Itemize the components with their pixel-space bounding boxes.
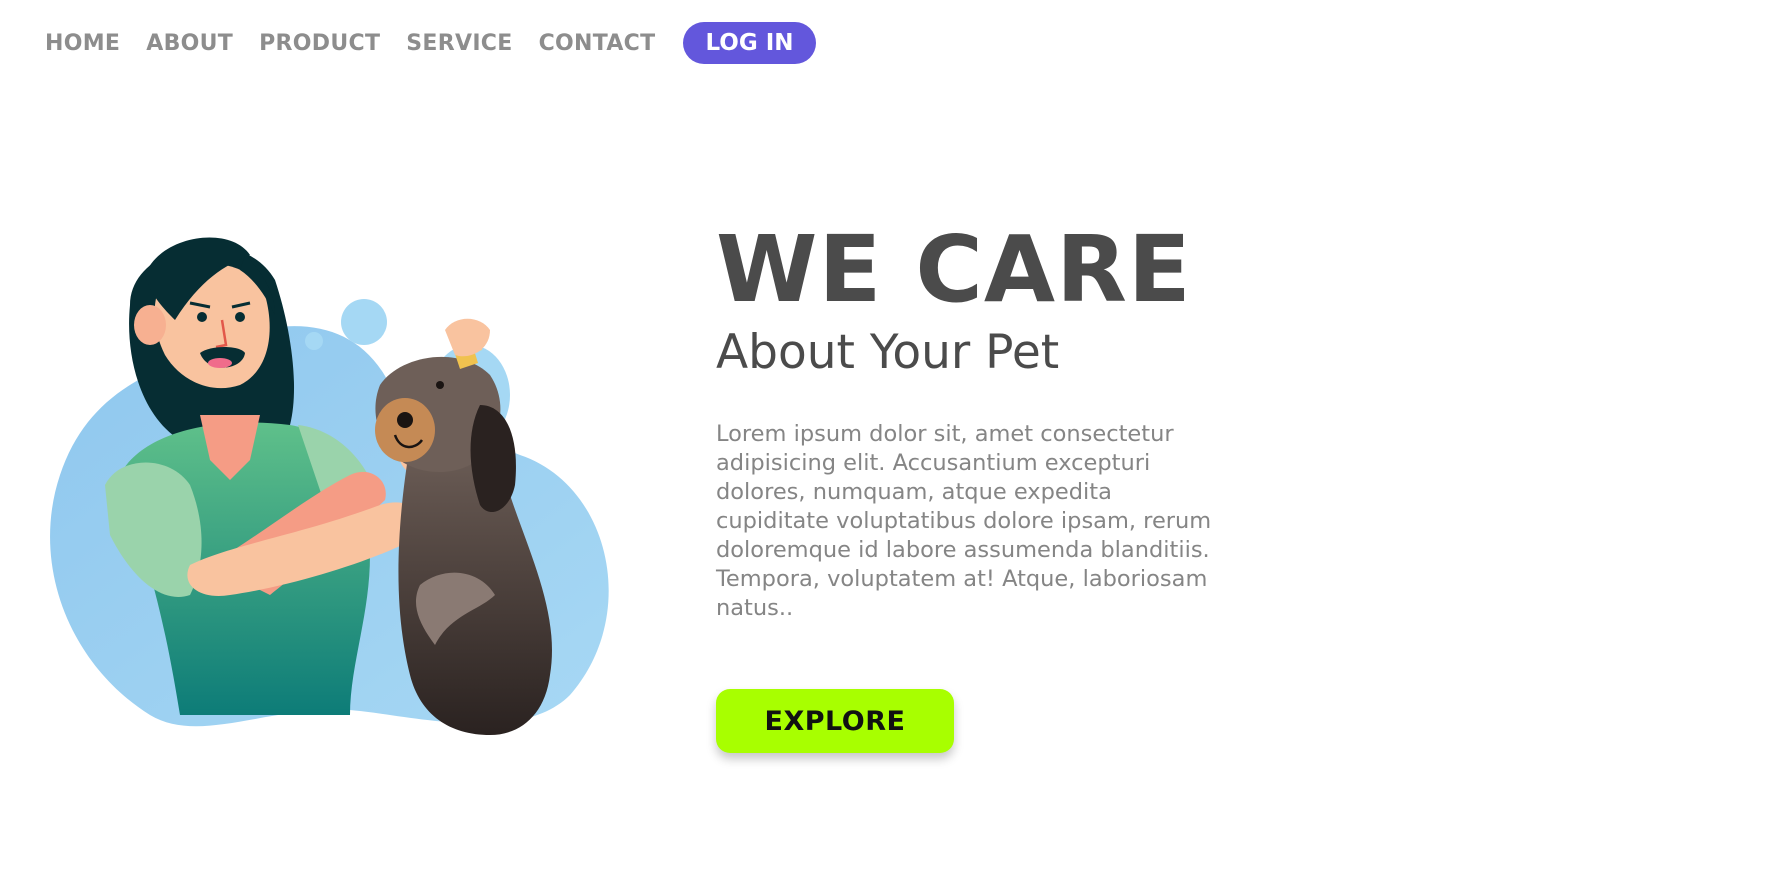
hero-section: WE CARE About Your Pet Lorem ipsum dolor… (716, 220, 1256, 753)
woman-dog-illustration (50, 237, 609, 735)
main-nav: HOME ABOUT PRODUCT SERVICE CONTACT LOG I… (45, 22, 816, 64)
hero-title: WE CARE (716, 216, 1192, 323)
nav-link-about[interactable]: ABOUT (146, 31, 233, 56)
explore-button[interactable]: EXPLORE (716, 689, 954, 753)
login-button[interactable]: LOG IN (683, 22, 816, 64)
landing-page: HOME ABOUT PRODUCT SERVICE CONTACT LOG I… (0, 0, 1784, 877)
hero-body: Lorem ipsum dolor sit, amet consectetur … (716, 421, 1212, 621)
nav-link-home[interactable]: HOME (45, 31, 120, 56)
hero-illustration (50, 235, 630, 755)
nav-link-product[interactable]: PRODUCT (259, 31, 380, 56)
hero-subtitle: About Your Pet (716, 325, 1060, 380)
nav-link-service[interactable]: SERVICE (406, 31, 512, 56)
nav-link-contact[interactable]: CONTACT (539, 31, 656, 56)
